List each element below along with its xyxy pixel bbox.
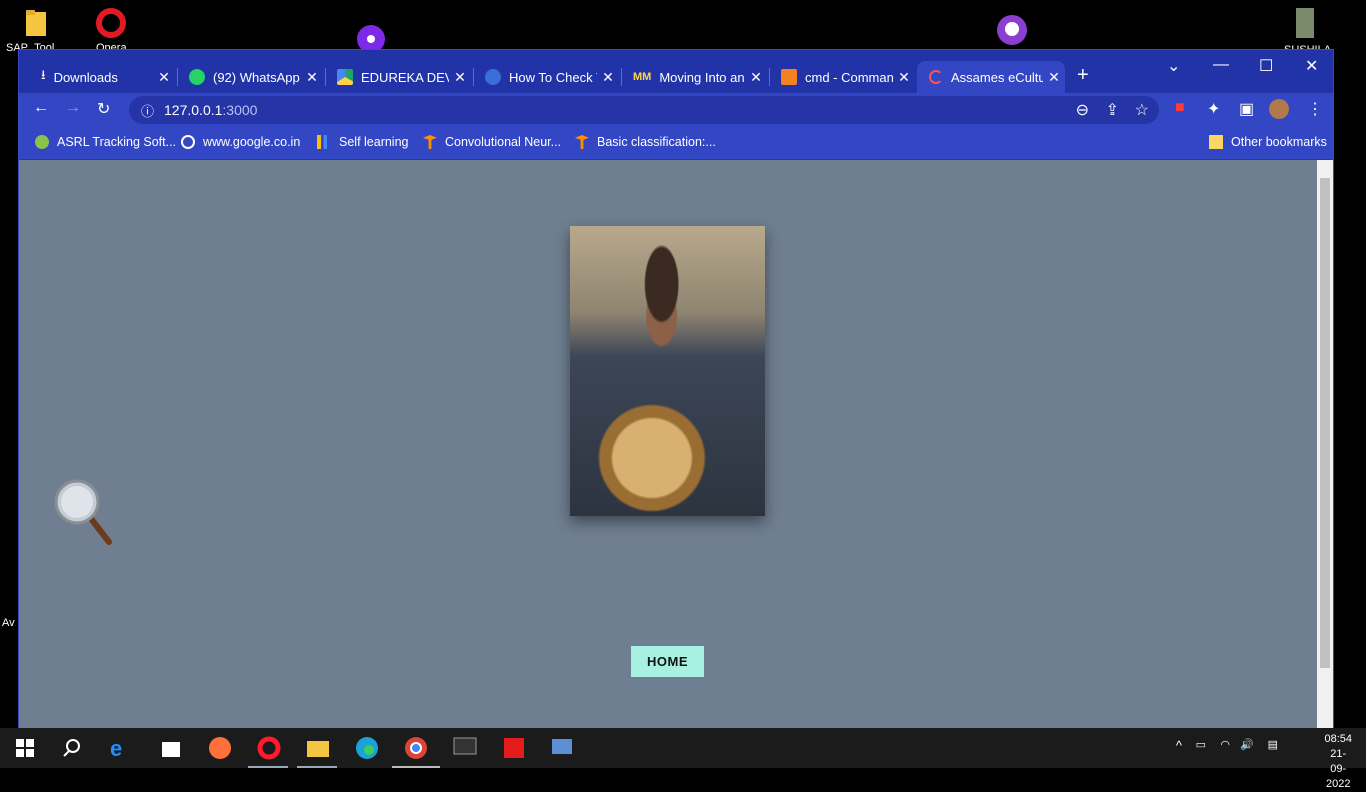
tab-title: cmd - Comman — [805, 69, 893, 85]
google-drive-icon — [337, 69, 353, 85]
close-icon[interactable]: ✕ — [153, 69, 175, 86]
tab-cmd[interactable]: cmd - Comman ✕ — [769, 61, 915, 93]
bookmark-basic-classification[interactable]: Basic classification:... — [575, 135, 716, 149]
artifact-photo — [570, 226, 765, 516]
chrome-icon[interactable] — [404, 736, 428, 760]
edge-legacy-icon[interactable]: e — [110, 736, 134, 761]
forward-icon[interactable]: → — [65, 99, 81, 117]
tensorflow-icon — [575, 135, 589, 149]
user-photo-icon[interactable] — [1296, 8, 1314, 43]
info-icon[interactable]: ⓘ — [141, 101, 154, 120]
folder-icon — [1209, 135, 1223, 149]
bookmark-other[interactable]: Other bookmarks — [1209, 135, 1327, 149]
bookmark-google[interactable]: www.google.co.in — [181, 135, 300, 149]
avatar[interactable] — [1269, 99, 1289, 119]
tab-edureka[interactable]: EDUREKA DEVO ✕ — [325, 61, 471, 93]
taskbar: e ^ ▭ ◠ 🔊 ▤ 08:54 21-09-2022 — [0, 728, 1366, 790]
download-icon: ⭳ — [41, 67, 46, 82]
page-viewport: HOME — [19, 160, 1317, 728]
acrobat-icon[interactable] — [502, 736, 526, 760]
extension-red-icon[interactable]: ■ — [1175, 99, 1185, 117]
battery-icon[interactable]: ▭ — [1196, 738, 1206, 751]
network-app-icon[interactable] — [550, 736, 574, 760]
browser-toolbar: ← → ↻ ⓘ 127.0.0.1:3000 ⊖ ⇪ ☆ ■ ✦ ▣ ⋮ — [19, 93, 1333, 127]
tab-moving-into[interactable]: MM Moving Into an ✕ — [621, 61, 767, 93]
tab-title: Assames eCultu — [951, 69, 1043, 85]
browser-window: ⭳ Downloads ✕ (92) WhatsApp ✕ EDUREKA DE… — [18, 49, 1334, 729]
bookmark-self-learning[interactable]: Self learning — [317, 135, 409, 149]
notification-icon[interactable]: ▤ — [1268, 738, 1278, 751]
address-bar[interactable]: ⓘ 127.0.0.1:3000 ⊖ ⇪ ☆ — [129, 96, 1159, 124]
google-icon — [181, 135, 195, 149]
search-icon[interactable] — [62, 736, 86, 760]
tab-downloads[interactable]: ⭳ Downloads ✕ — [29, 61, 175, 93]
tab-title: Moving Into an — [659, 69, 745, 85]
github-icon[interactable] — [996, 14, 1028, 51]
folder-icon[interactable] — [24, 8, 48, 43]
tab-strip: ⭳ Downloads ✕ (92) WhatsApp ✕ EDUREKA DE… — [19, 50, 1333, 93]
firefox-icon[interactable] — [208, 736, 232, 760]
stackoverflow-icon — [781, 69, 797, 85]
mm-icon: MM — [633, 71, 652, 83]
scrollbar[interactable] — [1317, 160, 1333, 728]
tab-assames[interactable]: Assames eCultu ✕ — [917, 61, 1065, 93]
wifi-icon[interactable]: ◠ — [1220, 738, 1230, 751]
clock-date: 21-09-2022 — [1325, 748, 1351, 790]
reload-icon[interactable]: ↻ — [97, 99, 110, 119]
loading-icon — [929, 70, 943, 84]
volume-icon[interactable]: 🔊 — [1240, 738, 1254, 751]
close-icon[interactable]: ✕ — [893, 69, 915, 86]
bookmarks-bar: ASRL Tracking Soft... www.google.co.in S… — [19, 127, 1333, 159]
new-tab-button[interactable]: + — [1077, 64, 1089, 87]
bookmark-convolutional[interactable]: Convolutional Neur... — [423, 135, 561, 149]
minimize-button[interactable]: — — [1213, 56, 1229, 74]
opera-icon[interactable] — [96, 8, 126, 43]
globe-icon — [485, 69, 501, 85]
desktop-label-av: Av — [2, 617, 15, 629]
tab-whatsapp[interactable]: (92) WhatsApp ✕ — [177, 61, 323, 93]
opera-icon[interactable] — [257, 736, 281, 760]
maximize-button[interactable]: ☐ — [1259, 56, 1273, 76]
close-window-button[interactable]: ✕ — [1305, 56, 1318, 76]
close-icon[interactable]: ✕ — [597, 69, 619, 86]
clock-time: 08:54 — [1324, 733, 1352, 745]
share-icon[interactable]: ⇪ — [1106, 100, 1119, 120]
sidepanel-icon[interactable]: ▣ — [1239, 99, 1254, 119]
tensorflow-icon — [423, 135, 437, 149]
windows-start-icon[interactable] — [16, 736, 40, 760]
edge-icon[interactable] — [355, 736, 379, 760]
chart-icon — [317, 135, 331, 149]
tab-how-to-check[interactable]: How To Check T ✕ — [473, 61, 619, 93]
close-icon[interactable]: ✕ — [301, 69, 323, 86]
tab-search-icon[interactable]: ⌄ — [1167, 56, 1180, 76]
menu-icon[interactable]: ⋮ — [1307, 99, 1323, 119]
terminal-icon[interactable] — [453, 736, 477, 760]
home-button[interactable]: HOME — [631, 646, 704, 677]
magnifier-icon — [53, 478, 115, 553]
clock[interactable]: 08:54 21-09-2022 — [1324, 732, 1352, 792]
store-icon[interactable] — [160, 736, 184, 760]
file-explorer-icon[interactable] — [306, 736, 330, 760]
close-icon[interactable]: ✕ — [1043, 69, 1065, 86]
tab-title: EDUREKA DEVO — [361, 69, 449, 85]
tab-title: (92) WhatsApp — [213, 69, 300, 85]
url-text: 127.0.0.1:3000 — [164, 102, 258, 118]
close-icon[interactable]: ✕ — [745, 69, 767, 86]
scrollbar-thumb[interactable] — [1320, 178, 1330, 668]
back-icon[interactable]: ← — [33, 99, 49, 117]
close-icon[interactable]: ✕ — [449, 69, 471, 86]
whatsapp-icon — [189, 69, 205, 85]
zoom-icon[interactable]: ⊖ — [1076, 100, 1089, 120]
bookmark-asrl[interactable]: ASRL Tracking Soft... — [35, 135, 176, 149]
tab-title: How To Check T — [509, 69, 597, 85]
puzzle-icon[interactable]: ✦ — [1207, 99, 1220, 119]
tab-title: Downloads — [53, 69, 118, 85]
chevron-up-icon[interactable]: ^ — [1176, 738, 1182, 753]
star-icon[interactable]: ☆ — [1135, 100, 1149, 120]
asrl-icon — [35, 135, 49, 149]
